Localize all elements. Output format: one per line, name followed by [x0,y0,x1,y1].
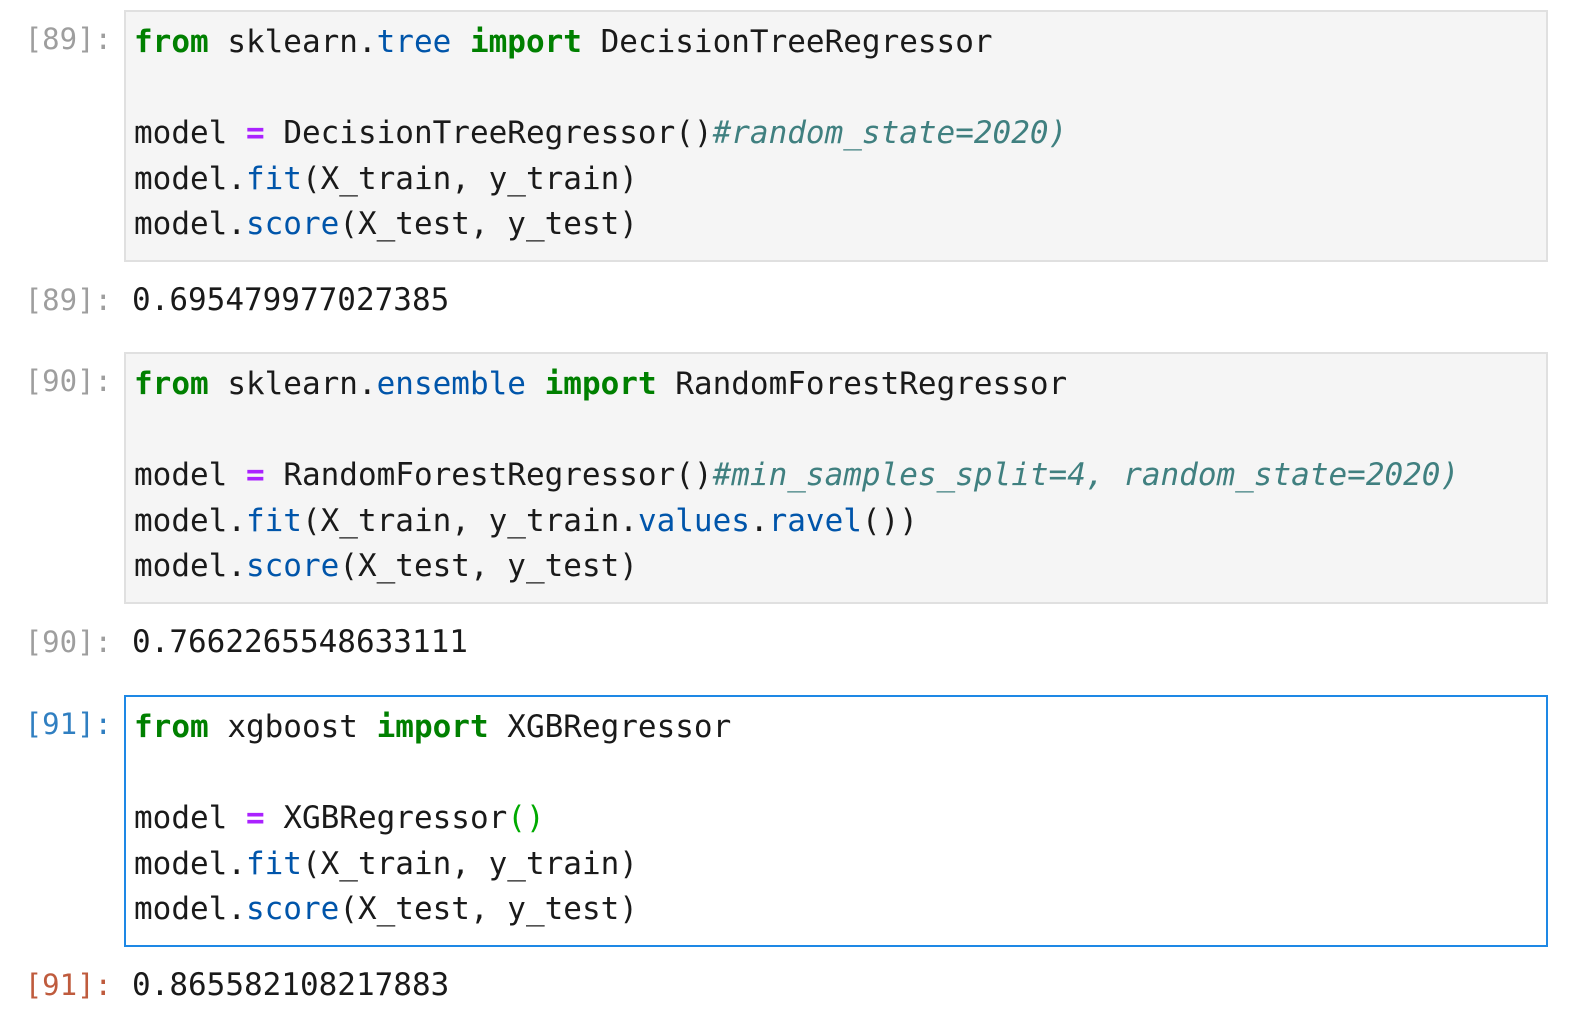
code-line: model = DecisionTreeRegressor()#random_s… [134,115,1068,151]
code-editor[interactable]: from sklearn.tree import DecisionTreeReg… [124,10,1548,262]
code-line: model = XGBRegressor() [134,800,545,836]
matched-parentheses: () [507,800,545,836]
input-prompt: [89]: [24,22,112,56]
code-line: model.fit(X_train, y_train) [134,160,638,197]
output-value: 0.695479977027385 [132,282,450,318]
output-prompt: [91]: [24,968,112,1002]
code-line: from sklearn.tree import DecisionTreeReg… [134,24,993,60]
code-line: model.score(X_test, y_test) [134,891,638,927]
output-prompt: [90]: [24,625,112,659]
input-prompt: [90]: [24,364,112,398]
code-line: model = RandomForestRegressor()#min_samp… [134,457,1460,493]
code-editor[interactable]: from sklearn.ensemble import RandomFores… [124,352,1548,604]
notebook: [89]: from sklearn.tree import DecisionT… [0,0,1584,1034]
code-editor[interactable]: from xgboost import XGBRegressor model =… [124,695,1548,947]
code-line: from xgboost import XGBRegressor [134,709,732,745]
code-line: from sklearn.ensemble import RandomFores… [134,366,1068,402]
code-line: model.score(X_test, y_test) [134,548,638,584]
code-line: model.score(X_test, y_test) [134,206,638,242]
output-value: 0.7662265548633111 [132,624,468,660]
output-value: 0.865582108217883 [132,967,450,1003]
code-line: model.fit(X_train, y_train) [134,845,638,882]
output-prompt: [89]: [24,283,112,317]
code-line: model.fit(X_train, y_train.values.ravel(… [134,502,918,539]
input-prompt: [91]: [24,707,112,741]
